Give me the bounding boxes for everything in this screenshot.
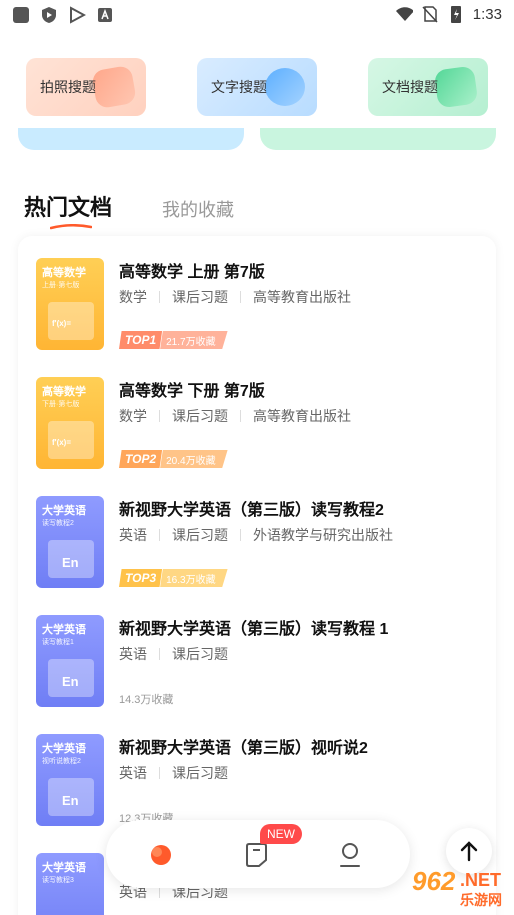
cover-art-text: En xyxy=(62,793,79,808)
doc-title: 新视野大学英语（第三版）读写教程2 xyxy=(119,502,384,519)
text-search-button[interactable]: 文字搜题 xyxy=(197,58,317,116)
book-cover: 大学英语 读写教程3 xyxy=(36,853,104,915)
rank-badge: TOP2 20.4万收藏 xyxy=(119,450,228,468)
text-search-icon xyxy=(265,68,305,106)
no-sim-icon xyxy=(421,5,439,23)
cover-title: 高等数学 xyxy=(42,386,86,398)
watermark-number: 962 xyxy=(412,866,456,896)
document-icon[interactable] xyxy=(244,842,268,868)
cover-subtitle: 上册·第七版 xyxy=(42,282,80,289)
favorite-count: 21.7万收藏 xyxy=(160,331,228,349)
cover-art-text: f'(x)= xyxy=(52,438,72,447)
book-cover: 大学英语 读写教程2 En xyxy=(36,496,104,588)
battery-charging-icon xyxy=(447,5,465,23)
cover-subtitle: 视听说教程2 xyxy=(42,758,81,765)
camera-icon xyxy=(91,64,137,110)
book-cover: 大学英语 读写教程1 En xyxy=(36,615,104,707)
document-search-button[interactable]: 文档搜题 xyxy=(368,58,488,116)
tag-type: 课后习题 xyxy=(172,646,228,662)
rank-badge: TOP3 16.3万收藏 xyxy=(119,569,228,587)
watermark-logo: 962 .NET 乐游网 xyxy=(376,866,512,912)
tabs: 热门文档 我的收藏 xyxy=(24,190,424,230)
doc-tags: 英语 课后习题 外语教学与研究出版社 xyxy=(119,525,393,545)
watermark-text: 乐游网 xyxy=(460,892,502,908)
tag-subject: 英语 xyxy=(119,765,147,781)
cover-subtitle: 读写教程3 xyxy=(42,877,74,884)
cover-title: 大学英语 xyxy=(42,624,86,636)
shield-play-icon xyxy=(40,6,58,24)
tag-publisher: 高等教育出版社 xyxy=(253,408,351,424)
tag-subject: 英语 xyxy=(119,646,147,662)
favorite-count: 20.4万收藏 xyxy=(160,450,228,468)
tag-subject: 数学 xyxy=(119,408,147,424)
tag-type: 课后习题 xyxy=(172,289,228,305)
new-badge: NEW xyxy=(260,824,302,844)
doc-title: 高等数学 上册 第7版 xyxy=(119,264,265,281)
rank-label: TOP1 xyxy=(119,331,163,349)
tag-subject: 英语 xyxy=(119,527,147,543)
cover-subtitle: 下册·第七版 xyxy=(42,401,80,408)
tag-subject: 数学 xyxy=(119,289,147,305)
tag-type: 课后习题 xyxy=(172,408,228,424)
app-notification-icon xyxy=(12,6,30,24)
cover-title: 大学英语 xyxy=(42,862,86,874)
app-screen: 1:33 拍照搜题 文字搜题 文档搜题 热门文档 我的收藏 高等数学 上册·第七… xyxy=(0,0,514,915)
favorite-count: 14.3万收藏 xyxy=(119,694,174,706)
photo-search-label: 拍照搜题 xyxy=(40,79,96,95)
book-cover: 大学英语 视听说教程2 En xyxy=(36,734,104,826)
clock-time: 1:33 xyxy=(472,5,502,23)
bottom-nav xyxy=(106,820,410,888)
doc-tags: 英语 课后习题 xyxy=(119,763,228,783)
search-tools: 拍照搜题 文字搜题 文档搜题 xyxy=(0,58,514,118)
list-item[interactable]: 高等数学 下册·第七版 f'(x)= 高等数学 下册 第7版 数学 课后习题 高… xyxy=(36,377,486,477)
play-store-icon xyxy=(68,6,86,24)
home-icon[interactable] xyxy=(150,844,172,866)
cover-title: 大学英语 xyxy=(42,505,86,517)
wifi-icon xyxy=(395,5,413,23)
rank-badge: TOP1 21.7万收藏 xyxy=(119,331,228,349)
status-bar: 1:33 xyxy=(0,0,514,30)
rank-label: TOP3 xyxy=(119,569,163,587)
doc-title: 新视野大学英语（第三版）读写教程 1 xyxy=(119,621,389,638)
doc-tags: 数学 课后习题 高等教育出版社 xyxy=(119,406,351,426)
tab-popular-docs[interactable]: 热门文档 xyxy=(24,190,112,222)
cover-title: 大学英语 xyxy=(42,743,86,755)
cover-subtitle: 读写教程1 xyxy=(42,639,74,646)
doc-title: 新视野大学英语（第三版）视听说2 xyxy=(119,740,368,757)
document-list: 高等数学 上册·第七版 f'(x)= 高等数学 上册 第7版 数学 课后习题 高… xyxy=(18,236,496,915)
arrow-up-icon xyxy=(460,841,478,862)
tab-my-favorites[interactable]: 我的收藏 xyxy=(162,196,234,222)
doc-tags: 数学 课后习题 高等教育出版社 xyxy=(119,287,351,307)
photo-search-button[interactable]: 拍照搜题 xyxy=(26,58,146,116)
cover-art-text: f'(x)= xyxy=(52,319,72,328)
favorite-count: 16.3万收藏 xyxy=(160,569,228,587)
profile-icon[interactable] xyxy=(338,842,362,868)
banner-left[interactable] xyxy=(18,128,244,150)
tag-type: 课后习题 xyxy=(172,527,228,543)
list-item[interactable]: 大学英语 读写教程1 En 新视野大学英语（第三版）读写教程 1 英语 课后习题… xyxy=(36,615,486,715)
list-item[interactable]: 大学英语 视听说教程2 En 新视野大学英语（第三版）视听说2 英语 课后习题 … xyxy=(36,734,486,834)
tag-type: 课后习题 xyxy=(172,765,228,781)
cover-art-text: En xyxy=(62,674,79,689)
font-icon xyxy=(96,6,114,24)
rank-label: TOP2 xyxy=(119,450,163,468)
doc-title: 高等数学 下册 第7版 xyxy=(119,383,265,400)
banner-right[interactable] xyxy=(260,128,496,150)
list-item[interactable]: 大学英语 读写教程2 En 新视野大学英语（第三版）读写教程2 英语 课后习题 … xyxy=(36,496,486,596)
book-cover: 高等数学 下册·第七版 f'(x)= xyxy=(36,377,104,469)
tab-active-indicator xyxy=(50,224,92,230)
doc-tags: 英语 课后习题 xyxy=(119,644,228,664)
tag-publisher: 外语教学与研究出版社 xyxy=(253,527,393,543)
document-search-icon xyxy=(433,65,479,109)
cover-art-text: En xyxy=(62,555,79,570)
list-item[interactable]: 高等数学 上册·第七版 f'(x)= 高等数学 上册 第7版 数学 课后习题 高… xyxy=(36,258,486,358)
cover-title: 高等数学 xyxy=(42,267,86,279)
text-search-label: 文字搜题 xyxy=(211,79,267,95)
document-search-label: 文档搜题 xyxy=(382,79,438,95)
tag-publisher: 高等教育出版社 xyxy=(253,289,351,305)
cover-subtitle: 读写教程2 xyxy=(42,520,74,527)
book-cover: 高等数学 上册·第七版 f'(x)= xyxy=(36,258,104,350)
watermark-net: .NET xyxy=(460,870,502,890)
